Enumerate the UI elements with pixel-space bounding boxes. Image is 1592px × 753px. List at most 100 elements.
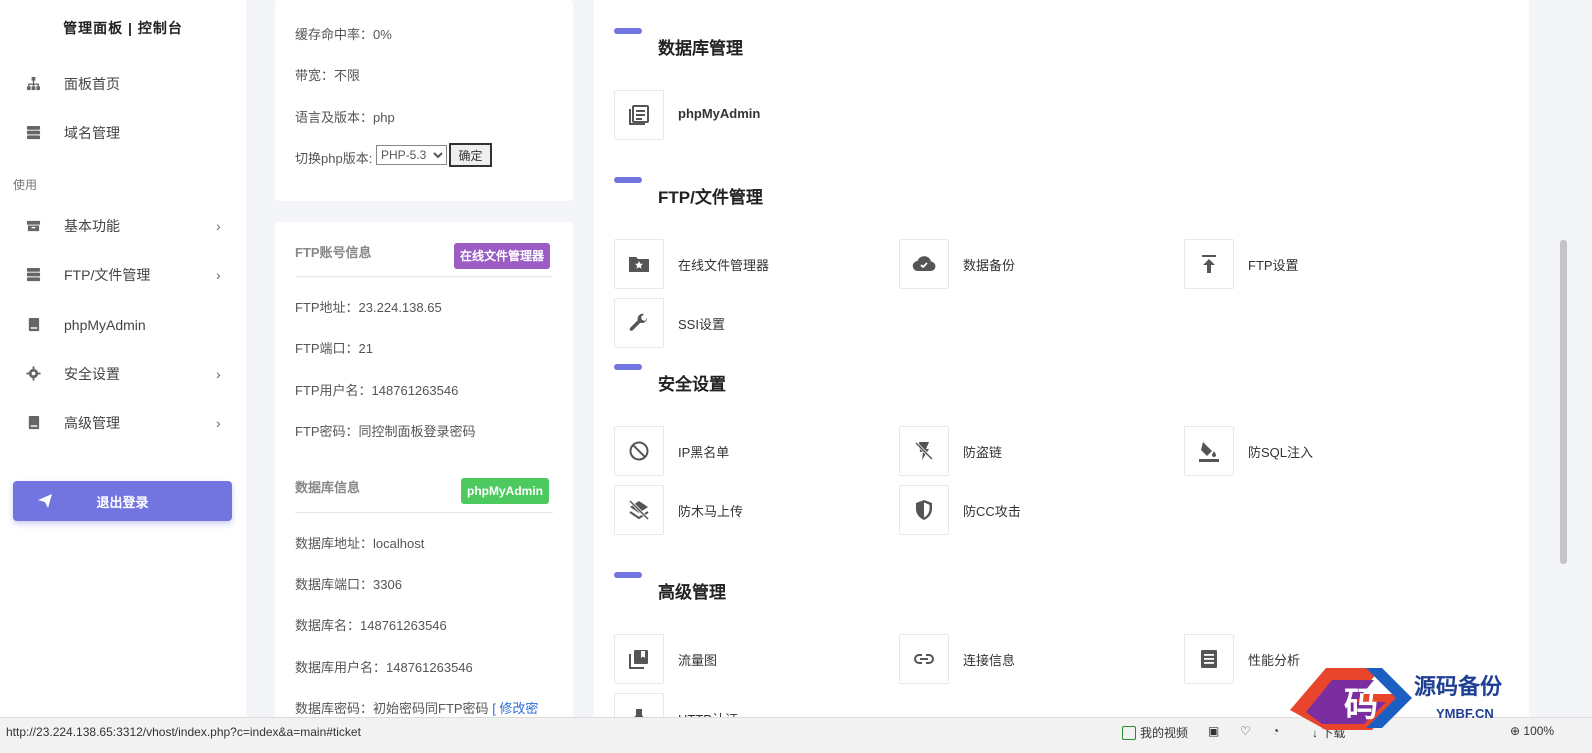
tile-data-backup[interactable]: 数据备份: [899, 239, 1169, 289]
section-title-security: 安全设置: [658, 375, 726, 394]
sidebar-item-label: 面板首页: [64, 76, 120, 92]
flash-off-icon: [914, 441, 934, 461]
sidebar-item-label: 安全设置: [64, 366, 120, 382]
my-video-label: 我的视频: [1140, 726, 1189, 740]
tile-connection-info[interactable]: 连接信息: [899, 634, 1169, 684]
tile-anti-cc-attack[interactable]: 防CC攻击: [899, 485, 1169, 535]
tile-label: 防SQL注入: [1248, 445, 1314, 460]
logout-button[interactable]: 退出登录: [13, 481, 232, 521]
upload-icon: [1202, 255, 1216, 273]
sidebar-item-ftp[interactable]: FTP/文件管理 ›: [0, 255, 246, 295]
library-icon: [629, 650, 648, 669]
my-video-button[interactable]: 我的视频: [1122, 724, 1188, 741]
php-version-select[interactable]: PHP-5.3: [376, 145, 447, 165]
tile-label: 流量图: [678, 653, 718, 668]
sidebar-item-home[interactable]: 面板首页: [0, 64, 246, 104]
play-icon: [1122, 725, 1136, 740]
tile-anti-trojan-upload[interactable]: 防木马上传: [614, 485, 884, 535]
sidebar-item-security[interactable]: 安全设置 ›: [0, 354, 246, 394]
sidebar-item-label: FTP/文件管理: [64, 267, 151, 283]
tile-ftp-settings[interactable]: FTP设置: [1184, 239, 1454, 289]
paint-bucket-icon: [1199, 442, 1219, 462]
db-password: 数据库密码：初始密码同FTP密码 [ 修改密: [295, 698, 538, 717]
tile-label: 连接信息: [963, 653, 1016, 668]
change-password-link[interactable]: [ 修改密: [492, 701, 538, 716]
tile-label: IP黑名单: [678, 445, 730, 460]
tile-ssi-settings[interactable]: SSI设置: [614, 298, 884, 348]
chevron-right-icon: ›: [216, 218, 221, 234]
site-info-card: 缓存命中率：0% 带宽：不限 语言及版本：php 切换php版本: PHP-5.…: [275, 0, 573, 201]
db-port: 数据库端口：3306: [295, 577, 402, 592]
logout-label: 退出登录: [96, 494, 149, 510]
chevron-right-icon: ›: [216, 366, 221, 382]
db-password-text: 数据库密码：初始密码同FTP密码: [295, 701, 489, 716]
cloud-icon: [912, 256, 936, 272]
sidebar-item-domains[interactable]: 域名管理: [0, 113, 246, 153]
brand-title: 管理面板 | 控制台: [63, 20, 183, 36]
inbox-icon: [26, 220, 41, 232]
cache-hit-rate: 缓存命中率：0%: [295, 27, 392, 42]
sidebar-item-advanced[interactable]: 高级管理 ›: [0, 403, 246, 443]
switch-php-label: 切换php版本:: [295, 151, 373, 166]
phpmyadmin-button[interactable]: phpMyAdmin: [461, 478, 549, 504]
tile-label: 防木马上传: [678, 504, 744, 519]
feature-panel: 数据库管理 phpMyAdmin FTP/文件管理 在线文件管理器 数据备份 F…: [594, 0, 1529, 717]
divider: [295, 512, 553, 513]
tile-label: 防盗链: [963, 445, 1003, 460]
confirm-button[interactable]: 确定: [449, 143, 492, 167]
tile-ip-blacklist[interactable]: IP黑名单: [614, 426, 884, 476]
sidebar-item-basic[interactable]: 基本功能 ›: [0, 206, 246, 246]
file-manager-button[interactable]: 在线文件管理器: [454, 243, 551, 269]
speaker-icon[interactable]: ◔: [1272, 724, 1279, 738]
list-box-icon: [1201, 650, 1217, 668]
document-list-icon: [629, 105, 649, 125]
scrollbar-thumb[interactable]: [1560, 240, 1567, 564]
tile-http-auth[interactable]: HTTP认证: [614, 693, 884, 717]
tile-anti-sql-injection[interactable]: 防SQL注入: [1184, 426, 1454, 476]
shield-icon: [916, 500, 932, 520]
ftp-info-title: FTP账号信息: [295, 245, 372, 260]
language-version: 语言及版本：php: [295, 110, 395, 125]
tile-phpmyadmin[interactable]: phpMyAdmin: [614, 90, 884, 140]
divider: [295, 276, 553, 277]
tile-label: 在线文件管理器: [678, 258, 770, 273]
sidebar: 管理面板 | 控制台 面板首页 域名管理 使用 基本功能 › FTP/文件管理 …: [0, 0, 246, 717]
ftp-port: FTP端口：21: [295, 341, 374, 356]
tile-label: HTTP认证: [678, 709, 738, 717]
tile-label: phpMyAdmin: [678, 106, 761, 121]
tile-traffic-chart[interactable]: 流量图: [614, 634, 884, 684]
tile-label: 防CC攻击: [963, 504, 1021, 519]
section-accent: [614, 572, 642, 578]
tile-file-manager[interactable]: 在线文件管理器: [614, 239, 884, 289]
ftp-db-info-card: FTP账号信息 在线文件管理器 FTP地址：23.224.138.65 FTP端…: [275, 222, 573, 722]
chevron-right-icon: ›: [216, 415, 221, 431]
tile-label: SSI设置: [678, 317, 725, 332]
watermark-logo-char: 码: [1344, 687, 1378, 724]
image-icon[interactable]: ▣: [1208, 724, 1219, 738]
section-accent: [614, 364, 642, 370]
ftp-address: FTP地址：23.224.138.65: [295, 300, 442, 315]
book-icon: [28, 415, 40, 430]
sidebar-section-label: 使用: [13, 178, 38, 192]
section-title-database: 数据库管理: [658, 39, 743, 58]
send-icon: [38, 494, 52, 508]
section-title-advanced: 高级管理: [658, 583, 726, 602]
sidebar-item-label: phpMyAdmin: [64, 317, 146, 333]
link-icon: [914, 654, 934, 664]
db-name: 数据库名：148761263546: [295, 618, 447, 633]
watermark-logo: 码 源码备份 YMBF.CN: [1286, 660, 1592, 740]
sidebar-item-label: 高级管理: [64, 415, 120, 431]
watermark-graphic: 码 源码备份 YMBF.CN: [1290, 668, 1503, 730]
heart-icon[interactable]: ♡: [1240, 724, 1251, 738]
status-url: http://23.224.138.65:3312/vhost/index.ph…: [6, 725, 361, 739]
block-icon: [629, 441, 649, 461]
ftp-password: FTP密码：同控制面板登录密码: [295, 424, 476, 439]
tile-label: 数据备份: [963, 258, 1016, 273]
watermark-brand-cn: 源码备份: [1414, 674, 1503, 699]
sidebar-item-label: 基本功能: [64, 218, 120, 234]
watermark-domain: YMBF.CN: [1436, 706, 1494, 721]
sidebar-item-phpmyadmin[interactable]: phpMyAdmin: [0, 305, 246, 345]
folder-star-icon: [629, 257, 649, 272]
tile-anti-hotlink[interactable]: 防盗链: [899, 426, 1169, 476]
chevron-right-icon: ›: [216, 267, 221, 283]
